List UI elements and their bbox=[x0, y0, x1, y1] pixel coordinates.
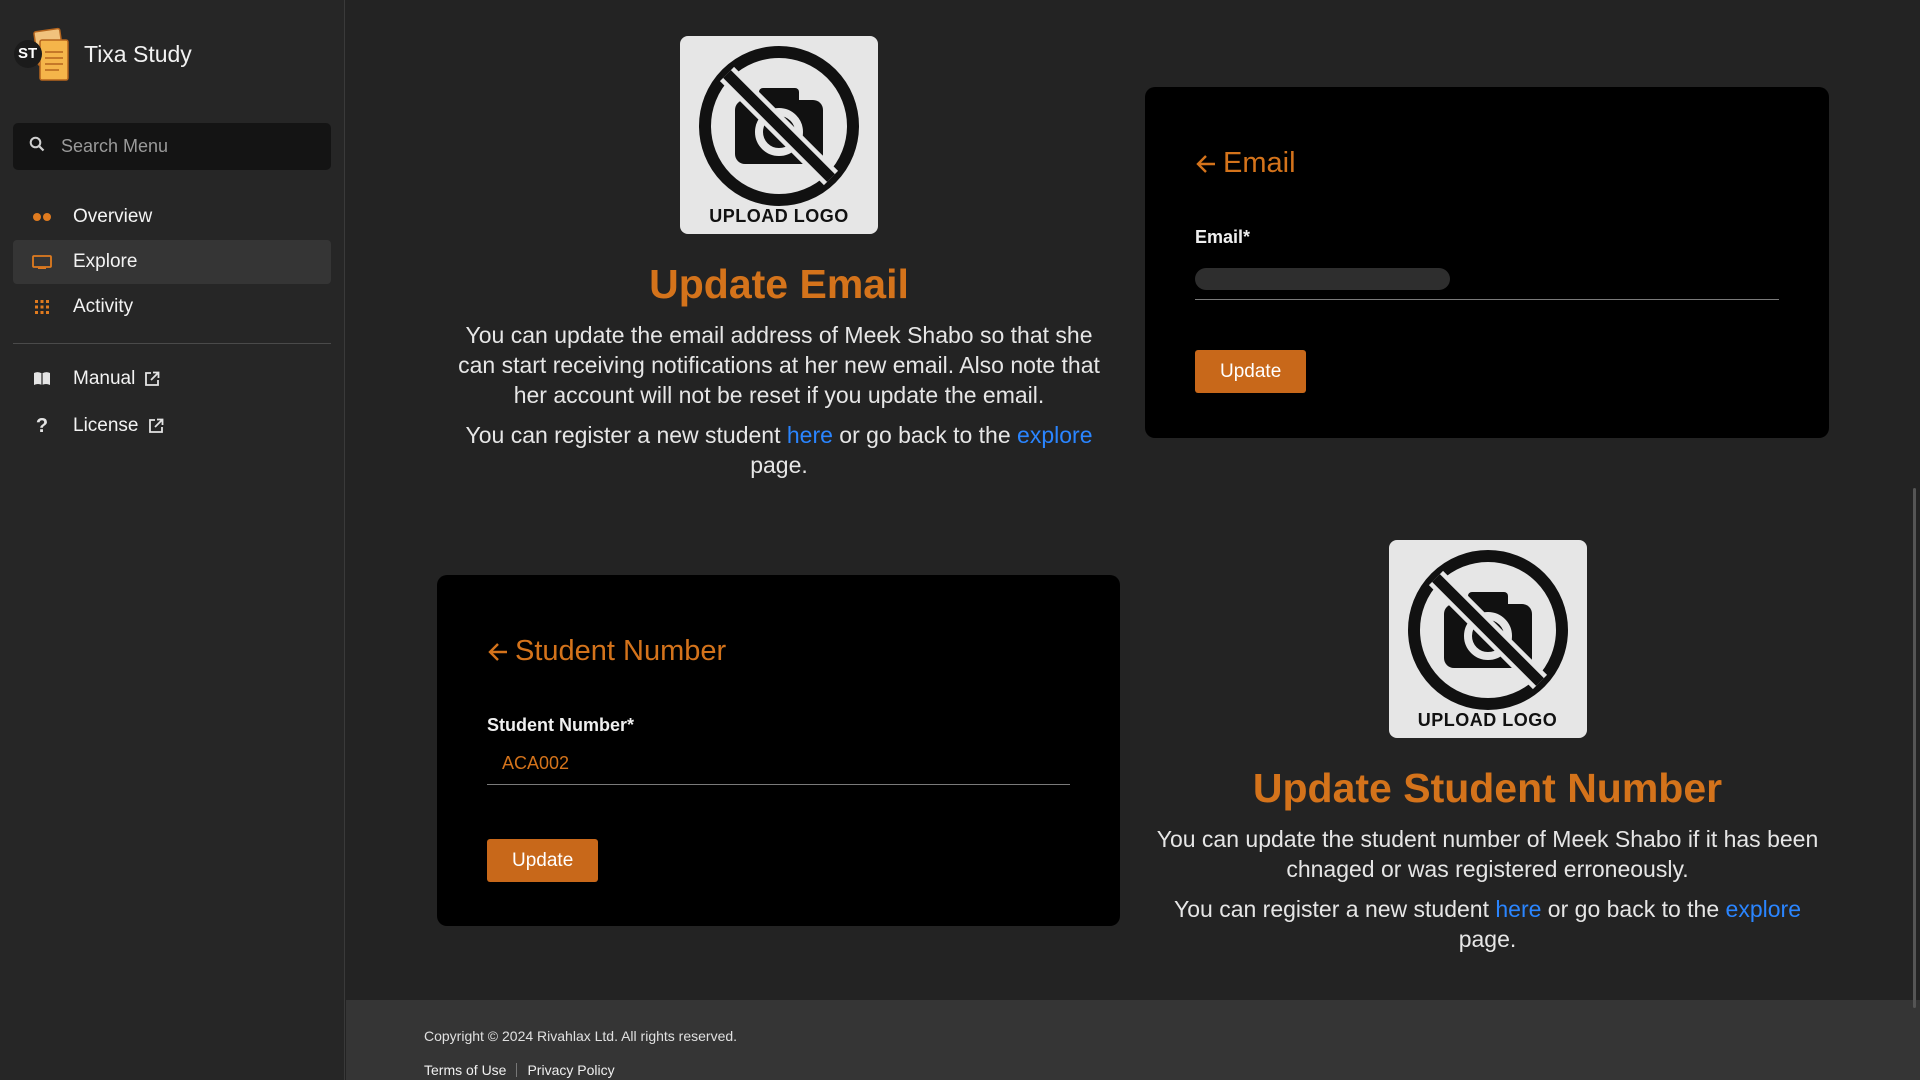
email-description: You can update the email address of Meek… bbox=[458, 322, 1100, 408]
brand-initials: ST bbox=[18, 45, 38, 62]
redacted-email bbox=[1195, 267, 1450, 290]
nav-item-activity[interactable]: Activity bbox=[13, 285, 331, 329]
register-middle: or go back to the bbox=[1541, 896, 1726, 922]
student-number-field[interactable]: ACA002 bbox=[487, 743, 1070, 785]
footer-links: Terms of Use Privacy Policy bbox=[424, 1062, 615, 1078]
student-card-title: Student Number bbox=[515, 635, 727, 667]
upload-logo[interactable]: UPLOAD LOGO bbox=[680, 36, 878, 234]
email-card-title: Email bbox=[1223, 147, 1296, 179]
nav-label-activity: Activity bbox=[73, 296, 134, 317]
brand-logo: ST bbox=[14, 24, 74, 84]
brand-name: Tixa Study bbox=[84, 40, 192, 67]
update-student-number-button[interactable]: Update bbox=[487, 839, 599, 882]
main-nav: Overview Explore Activity bbox=[13, 195, 331, 330]
student-number-card: Student Number Student Number* ACA002 Up… bbox=[437, 575, 1120, 926]
register-suffix: page. bbox=[750, 452, 808, 478]
scrollbar[interactable] bbox=[1913, 488, 1916, 1008]
nav-item-license[interactable]: ? License bbox=[13, 403, 331, 449]
student-number-label: Student Number* bbox=[487, 715, 635, 735]
question-icon: ? bbox=[35, 414, 49, 437]
dots-icon bbox=[31, 212, 53, 222]
external-link-icon bbox=[148, 418, 164, 434]
external-link-icon bbox=[144, 371, 160, 387]
register-suffix: page. bbox=[1458, 926, 1517, 952]
register-prefix: You can register a new student bbox=[465, 422, 787, 448]
footer: Copyright © 2024 Rivahlax Ltd. All right… bbox=[346, 1000, 1920, 1080]
email-register-text: You can register a new student here or g… bbox=[450, 420, 1108, 480]
email-card-header[interactable]: Email bbox=[1195, 147, 1296, 180]
email-intro: UPLOAD LOGO Update Email You can update … bbox=[450, 36, 1108, 480]
footer-separator bbox=[516, 1063, 518, 1077]
nav-divider bbox=[13, 343, 331, 344]
student-card-header[interactable]: Student Number bbox=[487, 635, 726, 668]
upload-logo[interactable]: UPLOAD LOGO bbox=[1388, 540, 1587, 738]
register-here-link[interactable]: here bbox=[787, 422, 833, 448]
nav-item-explore[interactable]: Explore bbox=[13, 240, 331, 284]
nav-label-overview: Overview bbox=[73, 206, 153, 227]
explore-link[interactable]: explore bbox=[1726, 896, 1801, 922]
student-number-value: ACA002 bbox=[502, 753, 570, 773]
student-intro: UPLOAD LOGO Update Student Number You ca… bbox=[1150, 540, 1825, 954]
email-field[interactable] bbox=[1195, 258, 1779, 300]
nav-item-manual[interactable]: Manual bbox=[13, 356, 331, 402]
upload-logo-text: UPLOAD LOGO bbox=[1417, 710, 1558, 730]
update-email-button[interactable]: Update bbox=[1195, 350, 1307, 393]
nav-item-overview[interactable]: Overview bbox=[13, 195, 331, 239]
register-here-link[interactable]: here bbox=[1495, 896, 1541, 922]
external-nav: Manual ? License bbox=[13, 356, 331, 450]
student-title: Update Student Number bbox=[1252, 765, 1723, 811]
search-input[interactable] bbox=[61, 136, 311, 157]
register-middle: or go back to the bbox=[832, 422, 1018, 448]
student-description: You can update the student number of Mee… bbox=[1156, 826, 1819, 882]
grid-icon bbox=[31, 299, 53, 315]
nav-label-manual: Manual bbox=[73, 368, 136, 389]
monitor-icon bbox=[31, 255, 53, 269]
no-camera-icon bbox=[1407, 550, 1568, 710]
copyright-text: Copyright © 2024 Rivahlax Ltd. All right… bbox=[424, 1028, 738, 1044]
register-prefix: You can register a new student bbox=[1174, 896, 1496, 922]
terms-link[interactable]: Terms of Use bbox=[424, 1062, 506, 1078]
privacy-link[interactable]: Privacy Policy bbox=[527, 1062, 614, 1078]
nav-label-license: License bbox=[73, 415, 139, 436]
explore-link[interactable]: explore bbox=[1017, 422, 1092, 448]
search-box[interactable] bbox=[13, 123, 331, 170]
email-label: Email* bbox=[1195, 227, 1251, 247]
nav-label-explore: Explore bbox=[73, 251, 138, 272]
arrow-left-icon bbox=[1195, 153, 1217, 175]
search-icon bbox=[29, 136, 45, 157]
upload-logo-text: UPLOAD LOGO bbox=[709, 206, 849, 226]
book-icon bbox=[31, 371, 53, 387]
sidebar: ST Tixa Study Overview Explore bbox=[0, 0, 345, 1080]
student-register-text: You can register a new student here or g… bbox=[1150, 894, 1825, 954]
no-camera-icon bbox=[699, 46, 859, 206]
email-title: Update Email bbox=[649, 261, 909, 307]
email-card: Email Email* Update bbox=[1145, 87, 1829, 438]
arrow-left-icon bbox=[487, 641, 509, 663]
brand[interactable]: ST Tixa Study bbox=[14, 24, 192, 84]
